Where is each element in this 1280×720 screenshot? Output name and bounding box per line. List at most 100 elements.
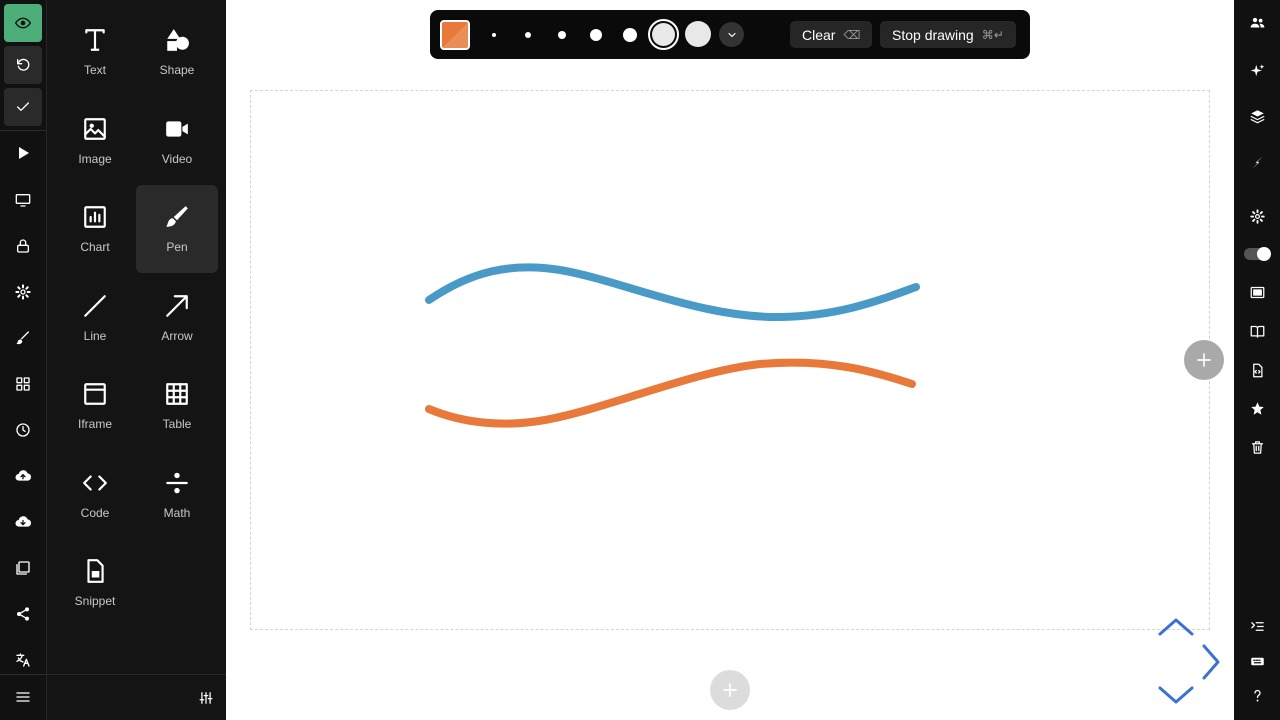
tool-label: Snippet [74,594,116,608]
code-file-icon[interactable] [1242,355,1272,385]
tool-snippet[interactable]: Snippet [54,539,136,627]
pen-color-swatch[interactable] [440,20,470,50]
share-icon[interactable] [4,595,42,633]
stop-drawing-label: Stop drawing [892,26,974,43]
tool-image[interactable]: Image [54,97,136,185]
left-rail [0,0,47,720]
tool-label: Math [163,506,191,520]
outline-icon[interactable] [1242,611,1272,641]
trash-icon[interactable] [1242,432,1272,462]
brush-size-dropdown[interactable] [719,22,744,47]
navigate-down-icon[interactable] [1156,684,1196,706]
clear-label: Clear [802,26,836,43]
pen-icon [166,206,188,227]
tool-label: Image [78,152,112,166]
undo-icon[interactable] [4,46,42,84]
brush-size-7[interactable] [685,21,711,47]
tool-label: Table [162,417,192,431]
brush-size-5[interactable] [623,28,637,42]
plus-icon [1197,353,1211,367]
star-icon[interactable] [1242,393,1272,423]
menu-icon[interactable] [4,678,42,716]
brush-size-1[interactable] [492,33,496,37]
tool-label: Arrow [161,329,193,343]
tool-table[interactable]: Table [136,362,218,450]
lightning-icon[interactable] [1242,147,1272,177]
download-icon[interactable] [4,503,42,541]
clear-shortcut: ⌫ [843,27,861,42]
tool-label: Line [83,329,107,343]
table-icon [166,383,188,405]
slide-canvas[interactable] [250,90,1210,630]
sparkle-icon[interactable] [1242,55,1272,85]
add-slide-below-button[interactable] [710,670,750,710]
navigate-right-icon[interactable] [1200,642,1222,682]
gallery-icon[interactable] [4,549,42,587]
tool-label: Code [80,506,110,520]
tool-code[interactable]: Code [54,451,136,539]
tool-label: Text [83,63,106,77]
panel-footer [47,674,226,720]
tool-video[interactable]: Video [136,97,218,185]
chart-icon [84,206,106,228]
stop-drawing-button[interactable]: Stop drawing ⌘↵ [880,21,1016,48]
tool-arrow[interactable]: Arrow [136,274,218,362]
tool-iframe[interactable]: Iframe [54,362,136,450]
tool-label: Chart [80,240,110,254]
tool-label: Pen [166,240,188,254]
check-icon[interactable] [4,88,42,126]
brush-size-2[interactable] [525,32,531,38]
lock-icon[interactable] [4,227,42,265]
book-icon[interactable] [1242,316,1272,346]
right-rail [1234,0,1280,720]
line-icon [84,295,106,317]
layers-icon[interactable] [1242,101,1272,131]
add-slide-right-button[interactable] [1184,340,1224,380]
code-icon [83,475,107,491]
iframe-icon [84,383,106,405]
tool-shape[interactable]: Shape [136,8,218,96]
video-icon [166,121,188,137]
insert-panel: Text Shape Image Video Chart Pen Line Ar… [47,0,226,720]
shape-icon [167,29,189,51]
settings-icon[interactable] [4,273,42,311]
stop-drawing-shortcut: ⌘↵ [981,27,1004,42]
snippet-icon [87,559,104,583]
navigate-up-icon[interactable] [1156,616,1196,638]
grid-icon[interactable] [4,365,42,403]
text-icon [85,29,105,51]
image-icon [84,118,106,140]
collaborators-icon[interactable] [1242,7,1272,37]
slide-icon[interactable] [1242,277,1272,307]
plus-icon [723,683,737,697]
rail-divider [0,674,46,675]
tool-label: Video [161,152,193,166]
arrow-icon [166,295,188,317]
present-icon[interactable] [4,181,42,219]
brush-size-3[interactable] [558,31,566,39]
tool-pen[interactable]: Pen [136,185,218,273]
sliders-icon[interactable] [199,691,213,705]
math-icon [166,472,188,494]
tool-label: Shape [159,63,195,77]
drawing-toolbar: Clear ⌫ Stop drawing ⌘↵ [430,10,1030,59]
chevron-down-icon [727,32,736,37]
rail-divider [0,130,46,131]
help-icon[interactable] [1242,680,1272,710]
clear-button[interactable]: Clear ⌫ [790,21,873,48]
keyboard-icon[interactable] [1242,646,1272,676]
toggle-switch[interactable] [1244,247,1271,261]
tool-line[interactable]: Line [54,274,136,362]
brush-size-6-selected[interactable] [648,19,679,50]
tool-label: Iframe [77,417,112,431]
settings-icon[interactable] [1242,201,1272,231]
brush-icon[interactable] [4,319,42,357]
tool-chart[interactable]: Chart [54,185,136,273]
history-icon[interactable] [4,411,42,449]
preview-eye-icon[interactable] [4,4,42,42]
tool-math[interactable]: Math [136,451,218,539]
upload-icon[interactable] [4,457,42,495]
brush-size-4[interactable] [590,29,602,41]
play-icon[interactable] [4,134,42,172]
tool-text[interactable]: Text [54,8,136,96]
